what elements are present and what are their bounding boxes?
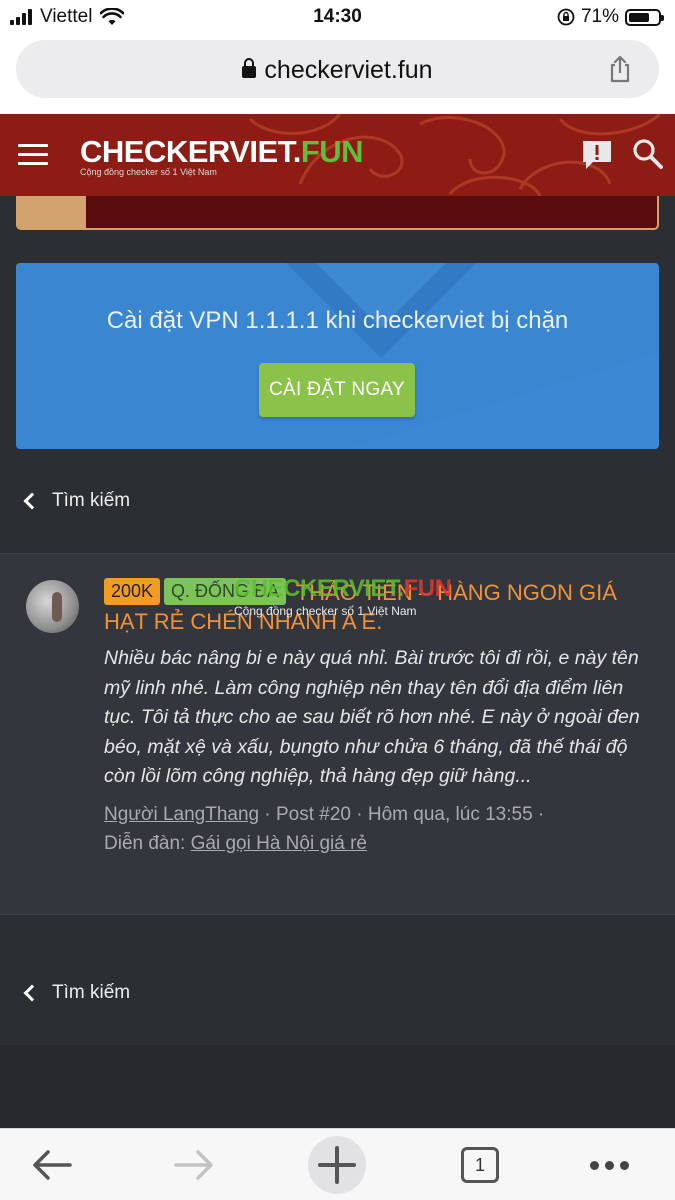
orientation-lock-icon bbox=[557, 8, 575, 26]
result-meta: Người LangThang · Post #20 · Hôm qua, lú… bbox=[104, 803, 545, 854]
forum-label: Diễn đàn: bbox=[104, 832, 186, 854]
share-icon[interactable] bbox=[605, 54, 635, 84]
back-to-search-link-bottom[interactable]: Tìm kiếm bbox=[23, 982, 130, 1004]
page-footer-area bbox=[0, 915, 675, 1045]
site-header: CHECKERVIET.FUN Cộng đồng checker số 1 V… bbox=[0, 114, 675, 196]
new-tab-button[interactable] bbox=[308, 1136, 366, 1194]
page-bottom-area bbox=[0, 1045, 675, 1128]
result-content: 200K Q. ĐỐNG ĐA THẢO TIÊN – HÀNG NGON GIÁ… bbox=[104, 575, 649, 858]
chevron-left-icon bbox=[23, 492, 41, 510]
back-arrow-icon[interactable] bbox=[30, 1143, 74, 1187]
result-excerpt: Nhiều bác nâng bi e này quá nhỉ. Bài trư… bbox=[104, 647, 640, 787]
status-right: 71% bbox=[557, 6, 664, 28]
forward-arrow-icon[interactable] bbox=[172, 1143, 216, 1187]
forum-link[interactable]: Gái gọi Hà Nội giá rẻ bbox=[191, 833, 367, 854]
area-tag[interactable]: Q. ĐỐNG ĐA bbox=[164, 578, 287, 605]
vpn-banner: Cài đặt VPN 1.1.1.1 khi checkerviet bị c… bbox=[16, 263, 659, 449]
status-bar: Viettel 14:30 71% bbox=[0, 0, 675, 34]
menu-icon[interactable] bbox=[18, 144, 48, 166]
address-bar[interactable]: checkerviet.fun bbox=[16, 40, 659, 98]
browser-toolbar: 1 bbox=[0, 1128, 675, 1200]
result-title[interactable]: 200K Q. ĐỐNG ĐA THẢO TIÊN – HÀNG NGON GIÁ… bbox=[104, 575, 649, 636]
battery-icon bbox=[625, 8, 664, 26]
notice-strip bbox=[16, 196, 659, 230]
browser-address-area: checkerviet.fun bbox=[0, 34, 675, 114]
site-logo[interactable]: CHECKERVIET.FUN Cộng đồng checker số 1 V… bbox=[80, 134, 364, 177]
back-to-search-link-top[interactable]: Tìm kiếm bbox=[23, 490, 130, 512]
avatar[interactable] bbox=[26, 580, 79, 633]
battery-percent: 71% bbox=[580, 6, 619, 27]
install-now-button[interactable]: CÀI ĐẶT NGAY bbox=[259, 363, 415, 417]
vpn-banner-text: Cài đặt VPN 1.1.1.1 khi checkerviet bị c… bbox=[106, 307, 569, 334]
more-options-icon[interactable] bbox=[590, 1161, 629, 1170]
banner-pattern bbox=[286, 263, 659, 449]
chevron-left-icon bbox=[23, 984, 41, 1002]
post-time: Hôm qua, lúc 13:55 bbox=[367, 803, 533, 825]
url-text: checkerviet.fun bbox=[264, 56, 433, 84]
tab-switcher-button[interactable]: 1 bbox=[461, 1147, 499, 1183]
author-link[interactable]: Người LangThang bbox=[104, 804, 259, 825]
plus-icon bbox=[318, 1146, 356, 1184]
search-result-item: 200K Q. ĐỐNG ĐA THẢO TIÊN – HÀNG NGON GIÁ… bbox=[0, 553, 675, 915]
price-tag[interactable]: 200K bbox=[104, 578, 161, 605]
search-icon[interactable] bbox=[632, 138, 664, 170]
post-number: Post #20 bbox=[276, 803, 351, 825]
lock-icon bbox=[242, 58, 257, 78]
alert-chat-icon[interactable] bbox=[580, 138, 614, 172]
